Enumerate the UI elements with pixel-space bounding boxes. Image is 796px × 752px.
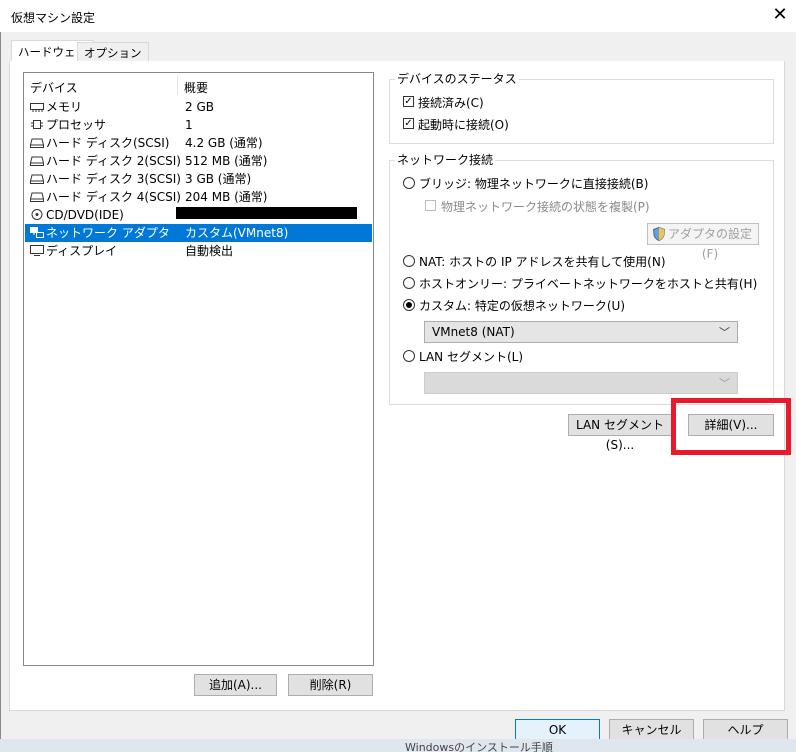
title-bar: 仮想マシン設定 ✕: [0, 0, 796, 32]
device-name: ネットワーク アダプタ: [46, 226, 170, 240]
replicate-state-label[interactable]: 物理ネットワーク接続の状態を複製(P): [441, 198, 650, 215]
host-only-radio[interactable]: [403, 277, 415, 289]
device-name: ディスプレイ: [46, 244, 118, 258]
connect-at-power-on-checkbox[interactable]: ✓: [403, 118, 414, 129]
redaction-bar: [176, 207, 357, 219]
connect-at-power-on-label[interactable]: 起動時に接続(O): [418, 116, 509, 133]
cancel-button[interactable]: キャンセル: [609, 719, 694, 741]
adapter-settings-button[interactable]: アダプタの設定(F): [647, 223, 759, 261]
nat-label[interactable]: NAT: ホストの IP アドレスを共有して使用(N): [419, 253, 666, 270]
shield-icon: [653, 227, 665, 241]
device-summary: 204 MB (通常): [185, 190, 268, 204]
lan-segment-label[interactable]: LAN セグメント(L): [419, 348, 523, 365]
device-summary: 512 MB (通常): [185, 154, 268, 168]
device-summary: 3 GB (通常): [185, 172, 252, 186]
device-status-group: [389, 79, 774, 144]
custom-network-value: VMnet8 (NAT): [432, 325, 515, 339]
hard-disk-icon: [30, 156, 44, 166]
bridged-radio[interactable]: [403, 177, 415, 189]
cd-dvd-icon: [31, 209, 43, 220]
device-name: プロセッサ: [46, 118, 107, 132]
lan-segment-select[interactable]: ﹀: [424, 372, 738, 394]
column-header-device[interactable]: デバイス: [30, 79, 78, 96]
connected-label[interactable]: 接続済み(C): [418, 94, 484, 111]
device-name: ハード ディスク 4(SCSI): [46, 190, 181, 204]
device-row-network-adapter[interactable]: ネットワーク アダプタ カスタム(VMnet8): [25, 224, 372, 242]
hard-disk-icon: [30, 138, 44, 148]
lan-segment-radio[interactable]: [403, 350, 415, 362]
device-summary: 自動検出: [185, 244, 234, 258]
device-row-hard-disk-3[interactable]: ハード ディスク 3(SCSI) 3 GB (通常): [25, 170, 372, 188]
background-taskbar: Windowsのインストール手順: [0, 739, 796, 752]
device-name: メモリ: [46, 100, 83, 114]
replicate-state-checkbox[interactable]: [425, 200, 436, 211]
column-divider[interactable]: [177, 75, 178, 95]
custom-network-select[interactable]: VMnet8 (NAT) ﹀: [424, 321, 738, 343]
hard-disk-icon: [30, 174, 44, 184]
remove-device-button[interactable]: 削除(R): [288, 674, 373, 696]
device-summary: 4.2 GB (通常): [185, 136, 263, 150]
chevron-down-icon: ﹀: [719, 377, 730, 390]
device-row-hard-disk-2[interactable]: ハード ディスク 2(SCSI) 512 MB (通常): [25, 152, 372, 170]
nat-radio[interactable]: [403, 255, 415, 267]
display-icon: [30, 245, 44, 256]
chevron-down-icon: ﹀: [719, 326, 730, 339]
custom-radio[interactable]: [403, 299, 415, 311]
device-row-processor[interactable]: プロセッサ 1: [25, 116, 372, 134]
window-title: 仮想マシン設定: [11, 11, 96, 25]
device-status-legend: デバイスのステータス: [395, 72, 519, 86]
connected-checkbox[interactable]: ✓: [403, 96, 414, 107]
device-name: ハード ディスク 3(SCSI): [46, 172, 181, 186]
custom-label[interactable]: カスタム: 特定の仮想ネットワーク(U): [419, 297, 625, 314]
highlight-box: [671, 398, 791, 455]
add-device-button[interactable]: 追加(A)...: [194, 674, 277, 696]
column-header-summary[interactable]: 概要: [184, 79, 208, 96]
lan-segments-button[interactable]: LAN セグメント(S)...: [568, 414, 672, 452]
device-row-hard-disk-4[interactable]: ハード ディスク 4(SCSI) 204 MB (通常): [25, 188, 372, 206]
background-task-text: Windowsのインストール手順: [405, 741, 553, 752]
tab-options[interactable]: オプション: [77, 42, 149, 63]
hard-disk-icon: [30, 192, 44, 202]
bridged-label[interactable]: ブリッジ: 物理ネットワークに直接接続(B): [419, 175, 648, 192]
device-name: CD/DVD(IDE): [46, 208, 124, 222]
device-summary: カスタム(VMnet8): [185, 226, 289, 240]
network-connection-legend: ネットワーク接続: [395, 153, 496, 167]
memory-icon: [30, 103, 44, 112]
help-button[interactable]: ヘルプ: [703, 719, 788, 741]
device-row-memory[interactable]: メモリ 2 GB: [25, 98, 372, 116]
device-row-hard-disk[interactable]: ハード ディスク(SCSI) 4.2 GB (通常): [25, 134, 372, 152]
ok-button[interactable]: OK: [515, 719, 600, 741]
device-summary: 2 GB: [185, 100, 214, 114]
close-icon[interactable]: ✕: [770, 5, 790, 25]
device-summary: 1: [185, 118, 193, 132]
network-adapter-icon: [30, 227, 44, 238]
processor-icon: [31, 120, 43, 129]
device-name: ハード ディスク 2(SCSI): [46, 154, 181, 168]
device-row-display[interactable]: ディスプレイ 自動検出: [25, 242, 372, 260]
device-name: ハード ディスク(SCSI): [46, 136, 170, 150]
device-list[interactable]: デバイス 概要 メモリ 2 GB プロセッサ 1 ハード ディスク(SCSI) …: [23, 72, 374, 666]
host-only-label[interactable]: ホストオンリー: プライベートネットワークをホストと共有(H): [419, 275, 757, 292]
